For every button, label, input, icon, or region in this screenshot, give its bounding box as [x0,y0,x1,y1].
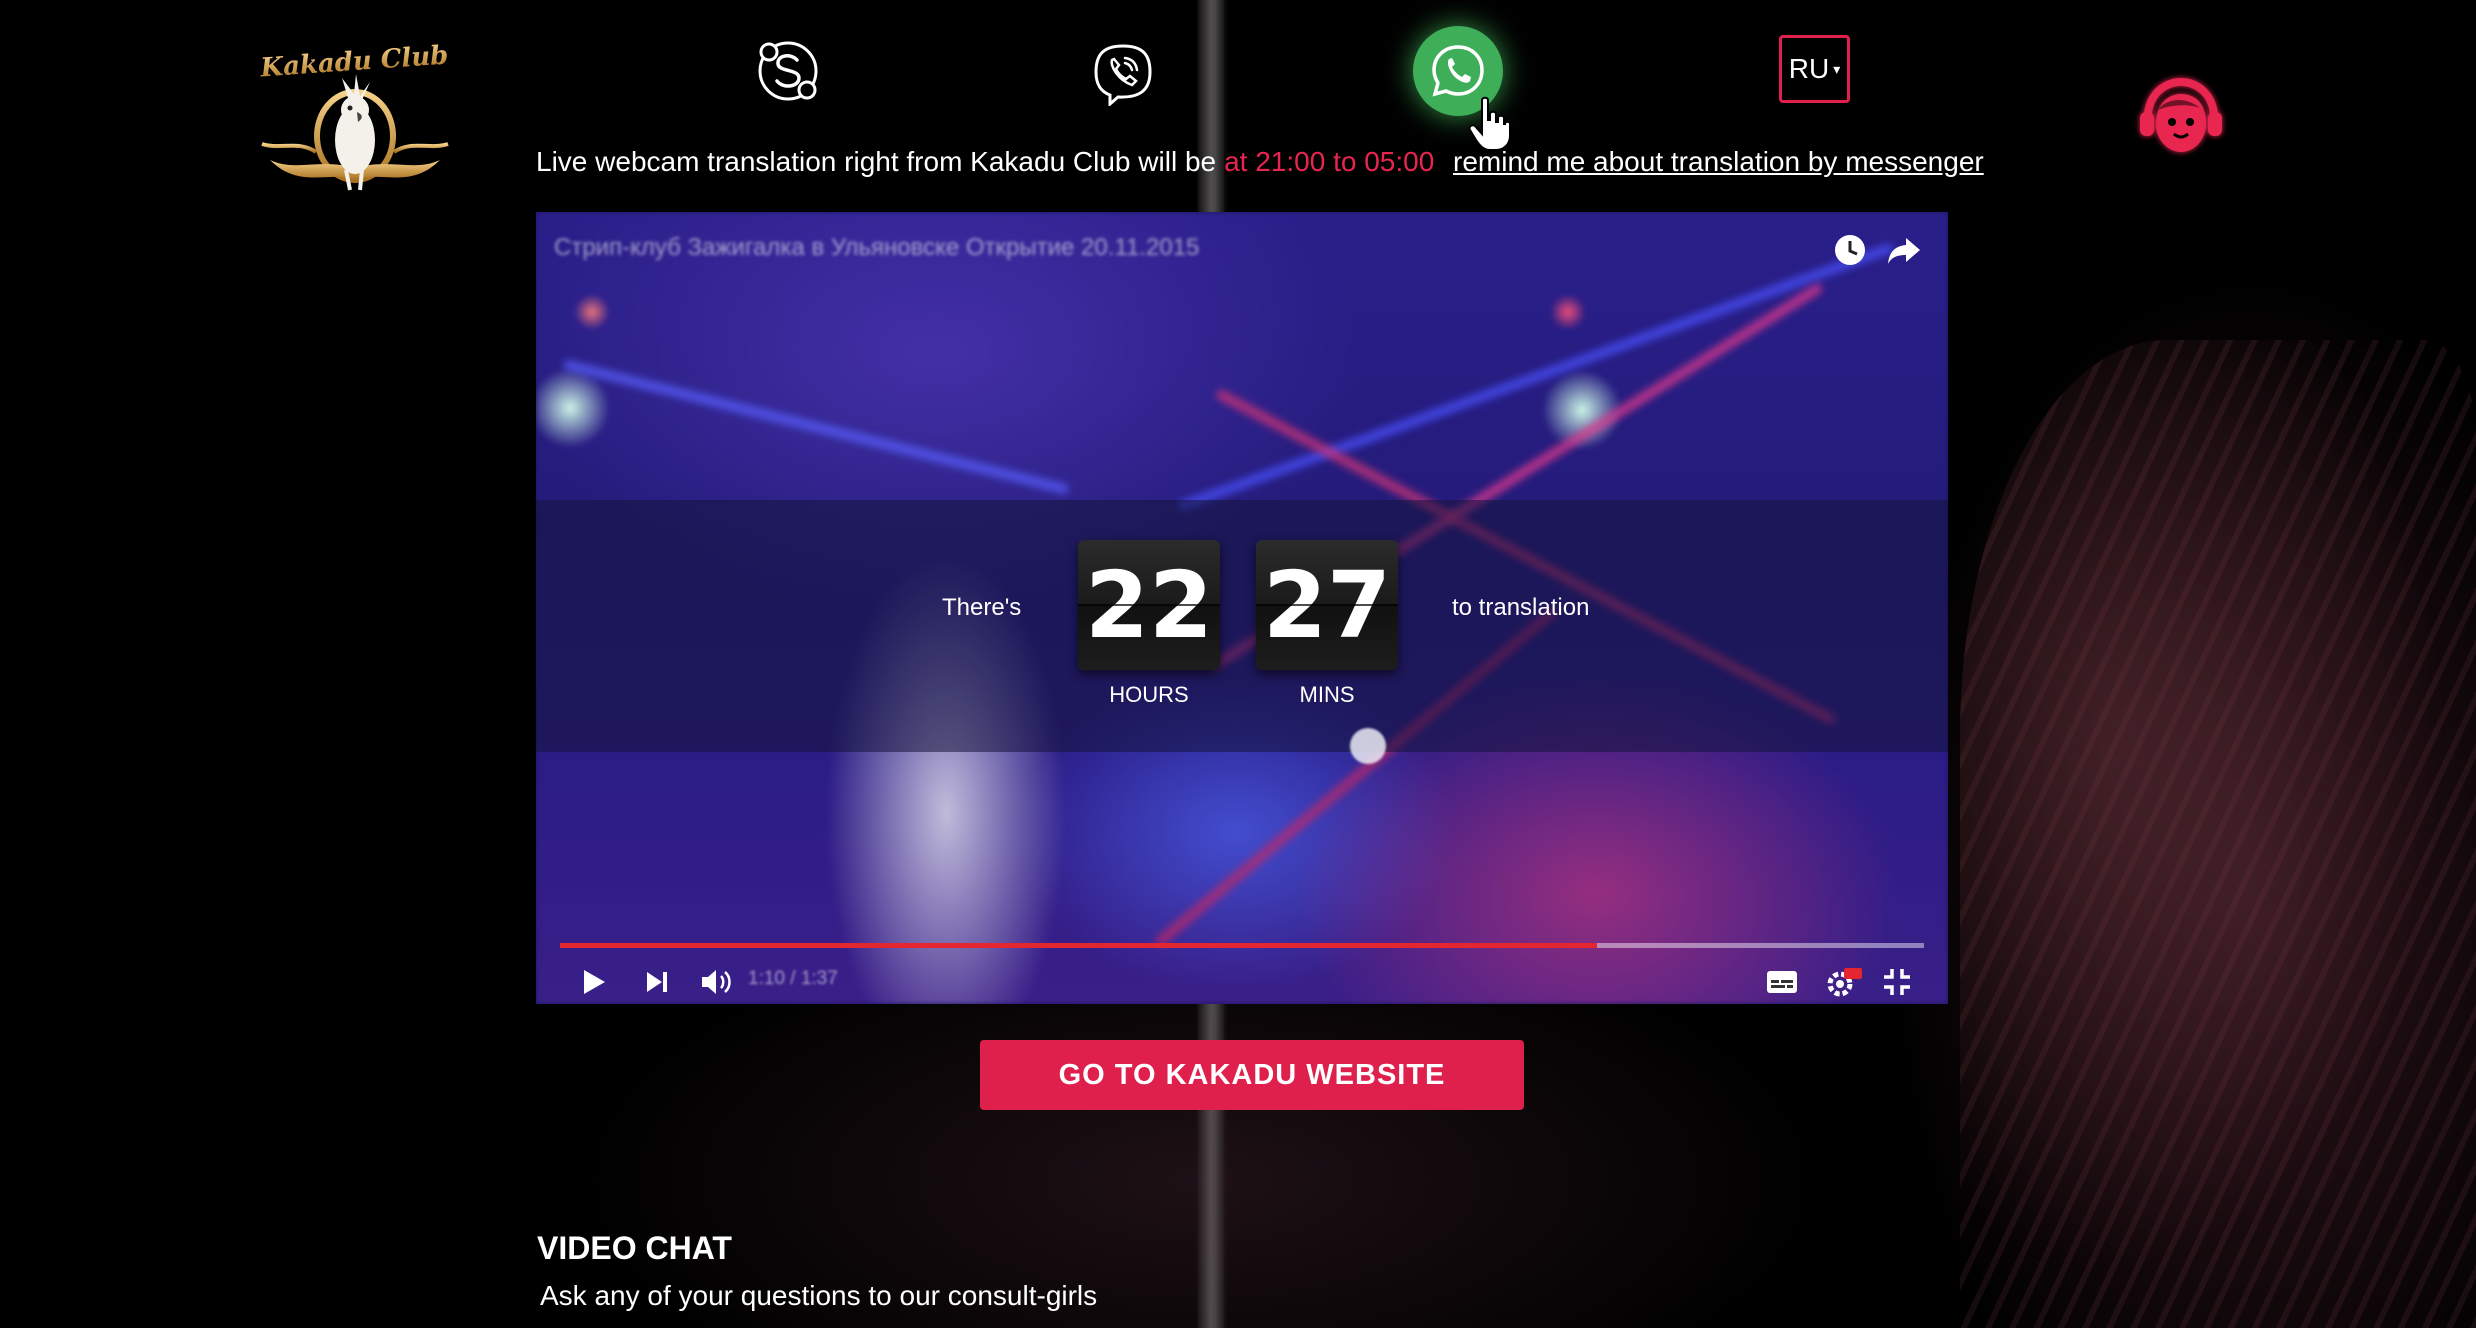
subtitles-icon[interactable] [1766,964,1798,1000]
progress-fill [560,943,1597,948]
chevron-down-icon: ▾ [1833,60,1841,77]
go-to-website-button[interactable]: GO TO KAKADU WEBSITE [980,1040,1524,1110]
headset-girl-icon[interactable] [2134,68,2228,162]
kakadu-logo[interactable]: Kakadu Club [250,40,460,208]
countdown-mins-label: MINS [1299,682,1355,707]
translation-time: at 21:00 to 05:00 [1224,146,1435,177]
video-player[interactable]: Стрип-клуб Зажигалка в Ульяновске Открыт… [536,212,1948,1004]
skype-icon[interactable] [755,38,821,104]
next-icon[interactable] [644,964,670,1000]
countdown-mins: 27 [1256,540,1398,670]
video-chat-title: VIDEO CHAT [537,1230,732,1266]
exit-fullscreen-icon[interactable] [1882,964,1912,1000]
translation-info: Live webcam translation right from Kakad… [536,146,1434,178]
remind-me-link[interactable]: remind me about translation by messenger [1453,146,1984,178]
viber-icon[interactable] [1090,40,1156,106]
settings-hd-icon[interactable] [1824,964,1864,1000]
video-chat-subtitle: Ask any of your questions to our consult… [540,1280,1098,1311]
watch-later-icon[interactable] [1832,232,1868,268]
translation-info-text: Live webcam translation right from Kakad… [536,146,1217,177]
countdown-suffix: to translation [1452,594,1590,621]
background-dancer [1960,340,2476,1328]
video-time: 1:10 / 1:37 [748,968,838,989]
countdown-hours-label: HOURS [1109,682,1189,707]
hand-cursor-icon [1468,96,1512,152]
volume-icon[interactable] [700,964,734,1000]
video-title[interactable]: Стрип-клуб Зажигалка в Ульяновске Открыт… [554,234,1199,262]
share-icon[interactable] [1886,232,1922,268]
countdown-hours: 22 [1078,540,1220,670]
language-selector[interactable]: RU ▾ [1779,35,1850,103]
svg-text:Kakadu Club: Kakadu Club [259,40,450,83]
play-icon[interactable] [580,964,608,1000]
center-light-spot [1350,728,1386,764]
countdown-band [536,500,1948,752]
language-value: RU [1788,53,1830,84]
progress-bar[interactable] [560,943,1924,948]
countdown-prefix: There's [942,594,1022,621]
